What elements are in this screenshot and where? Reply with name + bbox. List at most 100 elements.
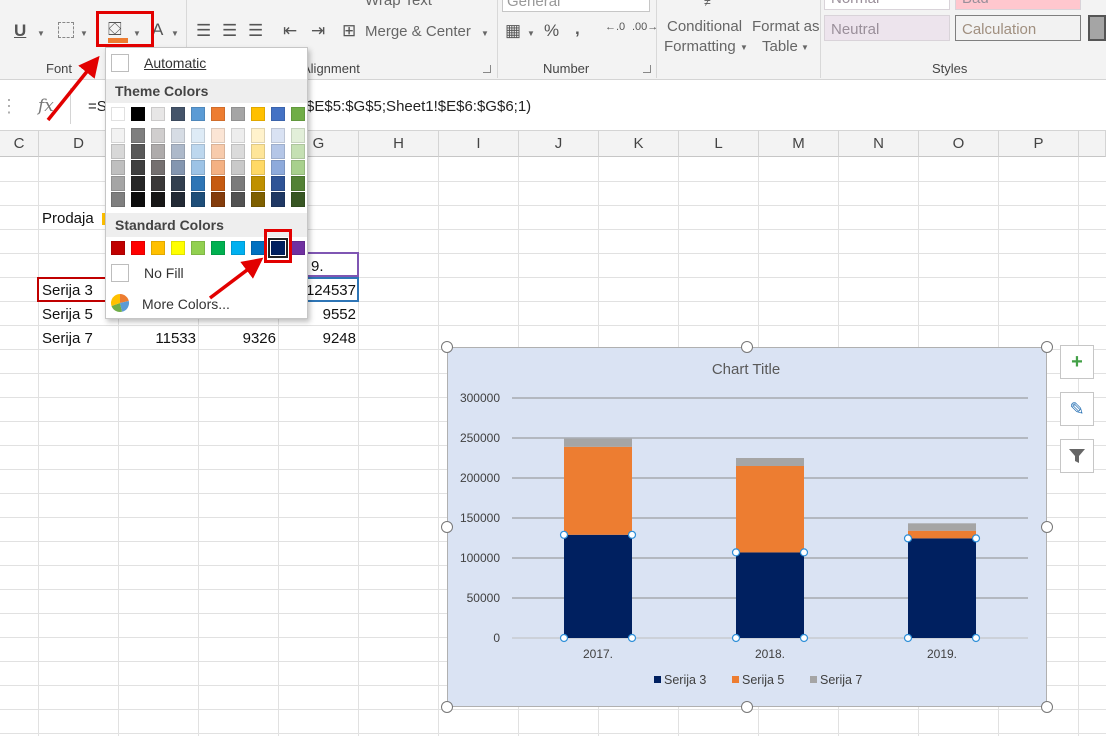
theme-shade-swatch[interactable] — [131, 160, 145, 175]
theme-shade-swatch[interactable] — [251, 160, 265, 175]
column-header-n[interactable]: N — [839, 131, 919, 157]
theme-color-swatch[interactable] — [131, 107, 145, 121]
resize-handle-right[interactable] — [1041, 521, 1053, 533]
theme-shade-swatch[interactable] — [231, 144, 245, 159]
number-format-select[interactable]: General — [502, 0, 650, 12]
theme-shade-swatch[interactable] — [211, 144, 225, 159]
theme-color-swatch[interactable] — [251, 107, 265, 121]
standard-color-swatch[interactable] — [291, 241, 305, 255]
percent-style-button[interactable]: % — [544, 22, 559, 39]
borders-icon[interactable] — [58, 22, 74, 38]
resize-handle-left[interactable] — [441, 521, 453, 533]
cell-g-header[interactable]: 9. — [311, 258, 324, 275]
theme-shade-swatch[interactable] — [171, 160, 185, 175]
theme-shade-swatch[interactable] — [291, 192, 305, 207]
format-as-table-dropdown-icon[interactable]: ▼ — [801, 43, 809, 52]
theme-shade-swatch[interactable] — [111, 176, 125, 191]
format-as-table-button[interactable]: Format as — [752, 18, 820, 35]
automatic-color-option[interactable]: Automatic — [106, 51, 307, 75]
column-header-j[interactable]: J — [519, 131, 599, 157]
theme-shade-swatch[interactable] — [271, 192, 285, 207]
theme-shade-swatch[interactable] — [151, 144, 165, 159]
format-as-table-label-2[interactable]: Table — [762, 38, 798, 55]
theme-shade-swatch[interactable] — [211, 128, 225, 143]
theme-shade-swatch[interactable] — [251, 128, 265, 143]
theme-shade-swatch[interactable] — [251, 176, 265, 191]
theme-color-swatch[interactable] — [111, 107, 125, 121]
conditional-formatting-dropdown-icon[interactable]: ▼ — [740, 43, 748, 52]
column-header-next[interactable] — [1079, 131, 1106, 157]
theme-shade-swatch[interactable] — [111, 144, 125, 159]
theme-shade-swatch[interactable] — [231, 192, 245, 207]
theme-shade-swatch[interactable] — [111, 192, 125, 207]
merge-center-icon[interactable]: ⊞ — [342, 22, 356, 39]
column-header-k[interactable]: K — [599, 131, 679, 157]
style-bad[interactable]: Bad — [955, 0, 1081, 10]
style-neutral[interactable]: Neutral — [824, 15, 950, 41]
standard-color-swatch[interactable] — [171, 241, 185, 255]
conditional-formatting-icon[interactable]: ≠ — [704, 0, 711, 8]
column-header-p[interactable]: P — [999, 131, 1079, 157]
theme-shade-swatch[interactable] — [191, 128, 205, 143]
cell-d-row3[interactable]: Serija 7 — [42, 330, 93, 347]
theme-shade-swatch[interactable] — [231, 176, 245, 191]
resize-handle-bottom[interactable] — [741, 701, 753, 713]
no-fill-option[interactable]: No Fill — [106, 261, 307, 285]
more-colors-option[interactable]: More Colors... — [106, 292, 307, 316]
theme-shade-swatch[interactable] — [131, 128, 145, 143]
theme-color-swatch[interactable] — [271, 107, 285, 121]
standard-color-swatch[interactable] — [191, 241, 205, 255]
chart-elements-button[interactable]: + — [1060, 345, 1094, 379]
theme-shade-swatch[interactable] — [251, 192, 265, 207]
cell-d-title[interactable]: Prodaja — [42, 210, 94, 227]
theme-shade-swatch[interactable] — [211, 192, 225, 207]
merge-center-button[interactable]: Merge & Center — [365, 23, 471, 40]
align-center-icon[interactable]: ☰ — [222, 22, 237, 39]
formula-text-end[interactable]: $E$5:$G$5;Sheet1!$E$6:$G$6;1) — [306, 98, 531, 115]
cell-d-row2[interactable]: Serija 5 — [42, 306, 93, 323]
theme-shade-swatch[interactable] — [111, 160, 125, 175]
resize-handle-bottom-left[interactable] — [441, 701, 453, 713]
decrease-decimal-icon[interactable]: .00→ — [632, 22, 658, 33]
font-color-dropdown-icon[interactable]: ▼ — [171, 29, 179, 38]
chart-filters-button[interactable] — [1060, 439, 1094, 473]
theme-shade-swatch[interactable] — [211, 160, 225, 175]
theme-shade-swatch[interactable] — [271, 128, 285, 143]
standard-color-swatch[interactable] — [231, 241, 245, 255]
formula-text-start[interactable]: =S — [88, 98, 107, 115]
standard-color-swatch[interactable] — [251, 241, 265, 255]
theme-shade-swatch[interactable] — [291, 176, 305, 191]
theme-shade-swatch[interactable] — [291, 128, 305, 143]
increase-decimal-icon[interactable]: ←.0 — [605, 22, 625, 33]
alignment-dialog-launcher-icon[interactable] — [483, 65, 491, 73]
theme-shade-swatch[interactable] — [211, 176, 225, 191]
theme-shade-swatch[interactable] — [151, 176, 165, 191]
theme-shade-swatch[interactable] — [191, 176, 205, 191]
style-normal[interactable]: Normal — [824, 0, 950, 10]
theme-shade-swatch[interactable] — [151, 160, 165, 175]
cell-f-row3[interactable]: 9326 — [199, 330, 276, 347]
theme-shade-swatch[interactable] — [171, 144, 185, 159]
theme-shade-swatch[interactable] — [171, 128, 185, 143]
theme-shade-swatch[interactable] — [131, 144, 145, 159]
theme-shade-swatch[interactable] — [171, 176, 185, 191]
column-header-o[interactable]: O — [919, 131, 999, 157]
column-header-c[interactable]: C — [0, 131, 39, 157]
resize-handle-top-right[interactable] — [1041, 341, 1053, 353]
theme-shade-swatch[interactable] — [231, 160, 245, 175]
theme-shade-swatch[interactable] — [151, 128, 165, 143]
conditional-formatting-button[interactable]: Conditional — [667, 18, 742, 35]
style-calculation[interactable]: Calculation — [955, 15, 1081, 41]
cell-e-row3[interactable]: 11533 — [119, 330, 196, 347]
insert-function-button[interactable]: fx — [38, 96, 54, 116]
theme-shade-swatch[interactable] — [291, 144, 305, 159]
resize-handle-top[interactable] — [741, 341, 753, 353]
theme-shade-swatch[interactable] — [231, 128, 245, 143]
theme-shade-swatch[interactable] — [191, 144, 205, 159]
theme-color-swatch[interactable] — [191, 107, 205, 121]
merge-dropdown-icon[interactable]: ▼ — [481, 29, 489, 38]
theme-shade-swatch[interactable] — [151, 192, 165, 207]
theme-shade-swatch[interactable] — [131, 176, 145, 191]
number-dialog-launcher-icon[interactable] — [643, 65, 651, 73]
column-header-h[interactable]: H — [359, 131, 439, 157]
